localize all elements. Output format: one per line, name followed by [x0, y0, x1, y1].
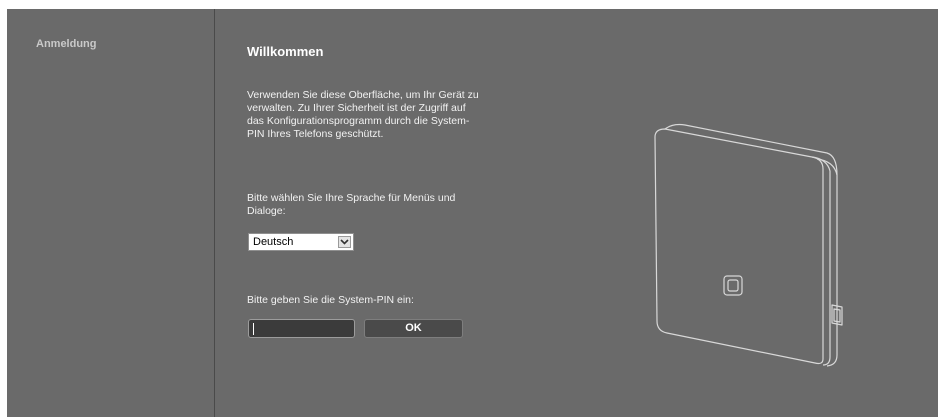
- language-select[interactable]: Deutsch: [248, 233, 354, 251]
- intro-text: Verwenden Sie diese Oberfläche, um Ihr G…: [247, 89, 479, 140]
- text-caret: [253, 323, 254, 335]
- language-prompt: Bitte wählen Sie Ihre Sprache für Menüs …: [247, 192, 456, 217]
- pin-prompt: Bitte geben Sie die System-PIN ein:: [247, 294, 414, 306]
- chevron-down-icon[interactable]: [338, 236, 351, 248]
- sidebar: Anmeldung: [7, 9, 215, 417]
- sidebar-item-anmeldung[interactable]: Anmeldung: [36, 38, 97, 50]
- language-select-value: Deutsch: [253, 236, 294, 248]
- page-title: Willkommen: [247, 44, 324, 59]
- ok-button[interactable]: OK: [364, 319, 463, 338]
- base-station-illustration: [654, 123, 843, 367]
- pin-input[interactable]: [248, 319, 355, 338]
- main-content: Willkommen Verwenden Sie diese Oberfläch…: [215, 9, 938, 417]
- app-frame: Anmeldung Willkommen Verwenden Sie diese…: [7, 9, 938, 417]
